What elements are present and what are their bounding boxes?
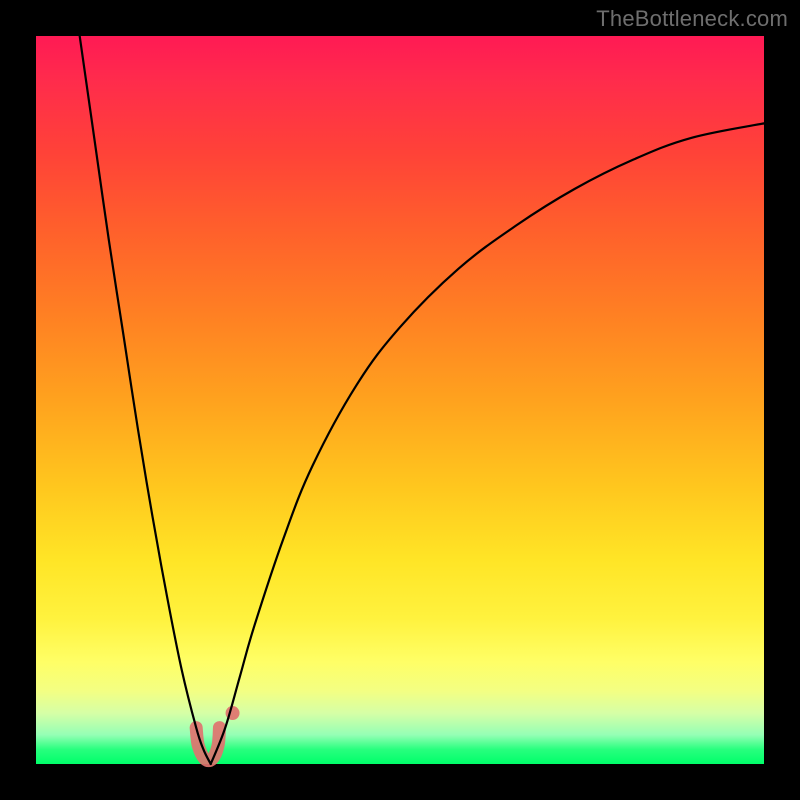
watermark-text: TheBottleneck.com [596,6,788,32]
highlight-u-segment [196,728,219,761]
curve-layer [36,36,764,764]
bottleneck-curve-left [80,36,211,764]
bottleneck-curve-right [211,123,764,764]
plot-area [36,36,764,764]
chart-frame: TheBottleneck.com [0,0,800,800]
